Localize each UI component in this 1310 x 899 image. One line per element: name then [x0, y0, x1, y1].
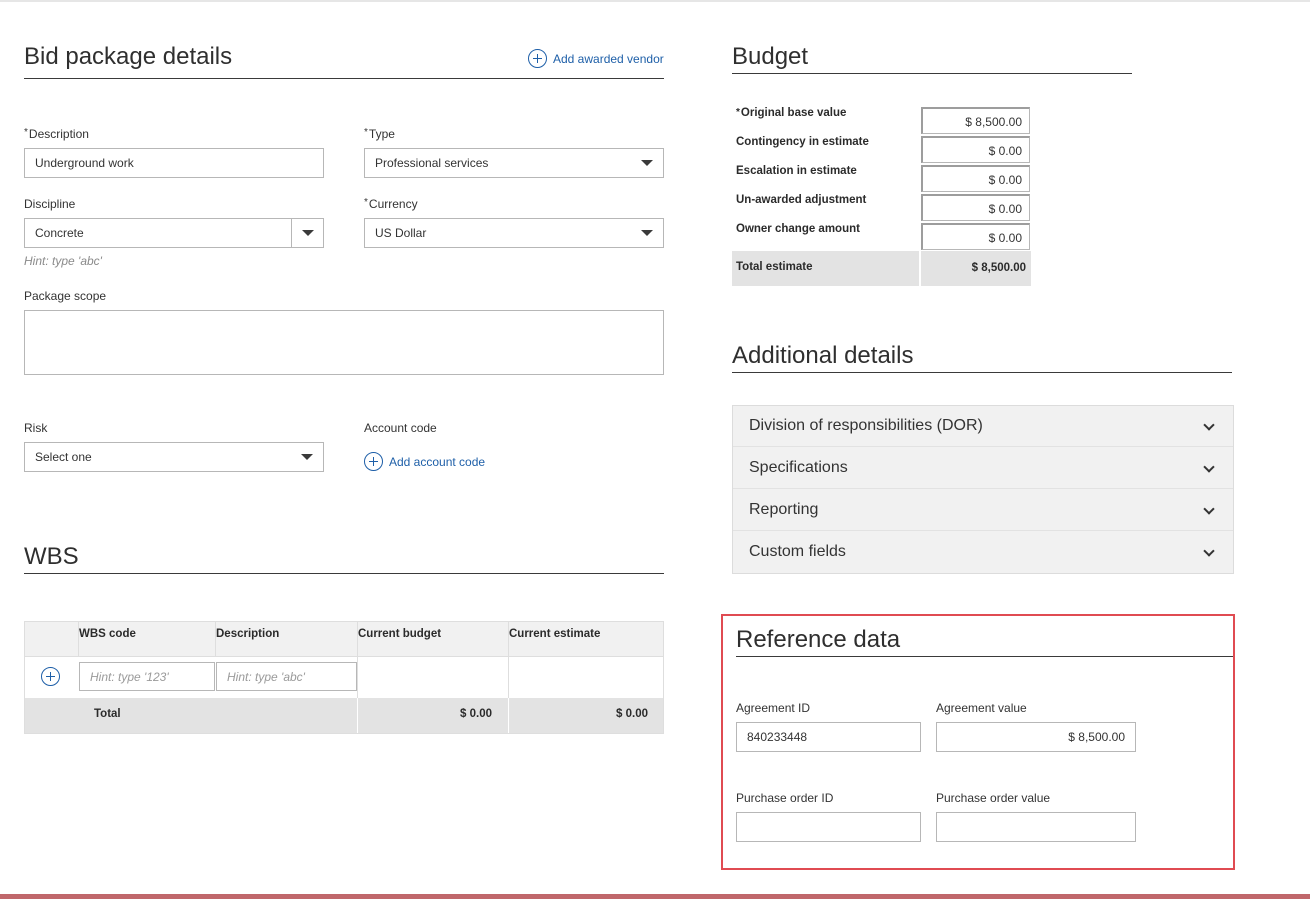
budget-contingency-label: Contingency in estimate: [736, 136, 869, 148]
bid-package-title: Bid package details: [24, 43, 233, 70]
purchase-order-value-input[interactable]: [936, 812, 1136, 842]
add-circle-icon: [364, 452, 383, 471]
agreement-id-label: Agreement ID: [736, 701, 811, 715]
package-scope-label: Package scope: [24, 289, 107, 303]
budget-divider: [732, 73, 1132, 74]
budget-original-base-input[interactable]: $ 8,500.00: [921, 107, 1030, 134]
budget-total-row: Total estimate $ 8,500.00: [732, 251, 1031, 286]
wbs-title: WBS: [24, 543, 79, 570]
chevron-down-icon: [1203, 545, 1215, 557]
add-account-code-link[interactable]: Add account code: [364, 452, 485, 471]
budget-owner-change-label: Owner change amount: [736, 223, 860, 235]
accordion-item-reporting[interactable]: Reporting: [733, 490, 1233, 531]
reference-data-title: Reference data: [736, 626, 901, 653]
accordion-item-label: Division of responsibilities (DOR): [749, 417, 983, 434]
add-account-code-label: Add account code: [389, 454, 486, 469]
chevron-down-icon: [641, 230, 653, 236]
reference-data-divider: [736, 656, 1233, 657]
description-input[interactable]: Underground work: [24, 148, 324, 178]
accordion-item-label: Reporting: [749, 501, 819, 518]
add-circle-icon: [41, 667, 60, 686]
add-vendor-label: Add awarded vendor: [553, 51, 664, 66]
accordion-item-specifications[interactable]: Specifications: [733, 448, 1233, 489]
currency-select[interactable]: US Dollar: [364, 218, 664, 248]
discipline-hint: Hint: type 'abc': [24, 254, 102, 268]
risk-label: Risk: [24, 421, 48, 435]
budget-title: Budget: [732, 43, 809, 70]
accordion-item-label: Custom fields: [749, 543, 846, 560]
chevron-down-icon: [1203, 419, 1215, 431]
chevron-down-icon: [1203, 461, 1215, 473]
chevron-down-icon: [641, 160, 653, 166]
budget-owner-change-input[interactable]: $ 0.00: [921, 223, 1030, 250]
budget-contingency-input[interactable]: $ 0.00: [921, 136, 1030, 163]
type-select[interactable]: Professional services: [364, 148, 664, 178]
budget-escalation-label: Escalation in estimate: [736, 165, 857, 177]
budget-escalation-input[interactable]: $ 0.00: [921, 165, 1030, 192]
purchase-order-value-label: Purchase order value: [936, 791, 1051, 805]
risk-select[interactable]: Select one: [24, 442, 324, 472]
wbs-total-estimate: $ 0.00: [616, 708, 648, 720]
wbs-divider: [24, 573, 664, 574]
wbs-table: WBS code Description Current budget Curr…: [24, 621, 664, 734]
wbs-col-description: Description: [216, 628, 280, 640]
discipline-dropdown-button[interactable]: [291, 219, 323, 247]
budget-unawarded-input[interactable]: $ 0.00: [921, 194, 1030, 221]
accordion-item-dor[interactable]: Division of responsibilities (DOR): [733, 406, 1233, 447]
purchase-order-id-input[interactable]: [736, 812, 921, 842]
chevron-down-icon: [301, 454, 313, 460]
description-label: *Description: [24, 127, 89, 141]
package-scope-textarea[interactable]: [24, 310, 664, 375]
purchase-order-id-label: Purchase order ID: [736, 791, 834, 805]
accordion-item-custom-fields[interactable]: Custom fields: [733, 532, 1233, 573]
top-border: [0, 0, 1310, 2]
wbs-col-current-budget: Current budget: [358, 628, 442, 640]
account-code-label: Account code: [364, 421, 437, 435]
bottom-accent-bar: [0, 894, 1310, 899]
budget-unawarded-label: Un-awarded adjustment: [736, 194, 867, 206]
accordion-item-label: Specifications: [749, 459, 848, 476]
add-awarded-vendor-link[interactable]: Add awarded vendor: [528, 49, 664, 68]
wbs-total-budget: $ 0.00: [460, 708, 492, 720]
budget-total-label: Total estimate: [732, 251, 919, 286]
agreement-id-input[interactable]: 840233448: [736, 722, 921, 752]
agreement-value-label: Agreement value: [936, 701, 1027, 715]
wbs-col-current-estimate: Current estimate: [509, 628, 601, 640]
discipline-combobox[interactable]: Concrete: [24, 218, 324, 248]
additional-details-divider: [732, 372, 1232, 373]
wbs-description-input[interactable]: Hint: type 'abc': [216, 662, 357, 691]
add-circle-icon: [528, 49, 547, 68]
bid-package-divider: [24, 78, 664, 79]
wbs-code-input[interactable]: Hint: type '123': [79, 662, 215, 691]
wbs-col-code: WBS code: [79, 628, 136, 640]
discipline-label: Discipline: [24, 197, 76, 211]
chevron-down-icon: [301, 230, 314, 236]
agreement-value-input[interactable]: $ 8,500.00: [936, 722, 1136, 752]
additional-details-accordion: Division of responsibilities (DOR) Speci…: [732, 405, 1234, 574]
wbs-total-label: Total: [94, 708, 121, 720]
chevron-down-icon: [1203, 503, 1215, 515]
add-wbs-row-button[interactable]: [41, 667, 60, 686]
currency-label: *Currency: [364, 197, 418, 211]
budget-total-value: $ 8,500.00: [921, 251, 1031, 286]
budget-original-base-label: *Original base value: [736, 107, 847, 119]
type-label: *Type: [364, 127, 395, 141]
additional-details-title: Additional details: [732, 342, 914, 369]
